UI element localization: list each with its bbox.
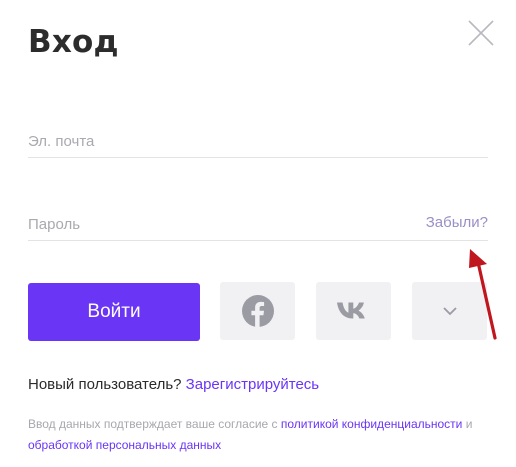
email-field[interactable] [28,127,408,155]
more-options-button[interactable] [412,282,487,340]
close-icon [468,20,494,46]
login-button[interactable]: Войти [28,283,200,341]
forgot-password-link[interactable]: Забыли? [426,214,488,231]
facebook-icon [241,295,274,327]
register-prompt-text: Новый пользователь? [28,376,182,393]
vk-login-button[interactable] [316,282,391,340]
consent-and: и [465,417,473,431]
privacy-policy-link[interactable]: политикой конфиденциальности [281,417,462,431]
password-field[interactable] [28,210,408,238]
facebook-login-button[interactable] [220,282,295,340]
data-processing-link[interactable]: обработкой персональных данных [28,438,221,452]
vk-icon [336,302,365,319]
chevron-down-icon [442,307,457,316]
register-prompt: Новый пользователь? Зарегистрируйтесь [28,375,319,395]
consent-text: Ввод данных подтверждает ваше согласие с… [28,414,498,456]
close-button[interactable] [466,18,496,48]
register-link[interactable]: Зарегистрируйтесь [186,376,319,393]
consent-text-before: Ввод данных подтверждает ваше согласие с [28,417,278,431]
page-title: Вход [28,24,119,60]
email-field-wrapper [28,127,488,158]
password-field-wrapper: Забыли? [28,210,488,241]
